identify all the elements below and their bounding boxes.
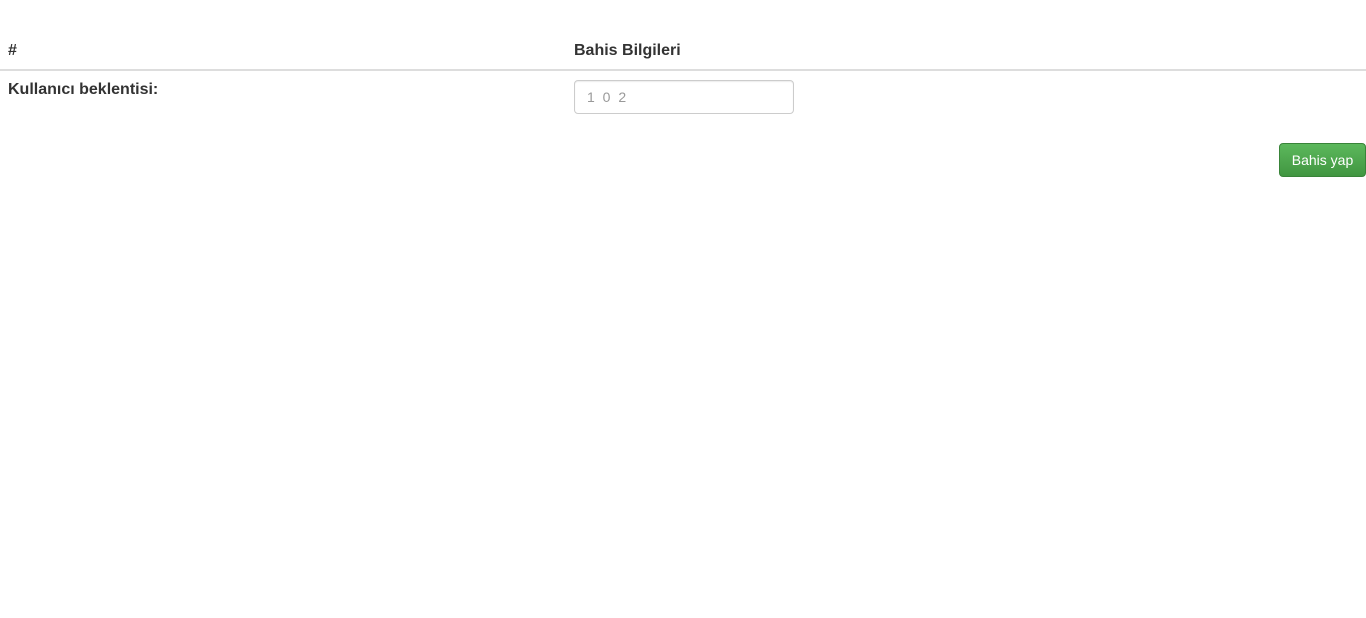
page: # Bahis Bilgileri Kullanıcı beklentisi: …: [0, 0, 1366, 618]
user-expectation-label: Kullanıcı beklentisi:: [8, 81, 159, 98]
place-bet-button[interactable]: Bahis yap: [1279, 143, 1366, 177]
user-expectation-input[interactable]: [574, 80, 794, 114]
table-header-row: # Bahis Bilgileri: [0, 30, 1366, 71]
column-header-hash: #: [8, 42, 17, 59]
table-row: Kullanıcı beklentisi:: [0, 71, 1366, 123]
bet-table: # Bahis Bilgileri Kullanıcı beklentisi:: [0, 30, 1366, 123]
column-header-bet-info: Bahis Bilgileri: [574, 42, 681, 59]
